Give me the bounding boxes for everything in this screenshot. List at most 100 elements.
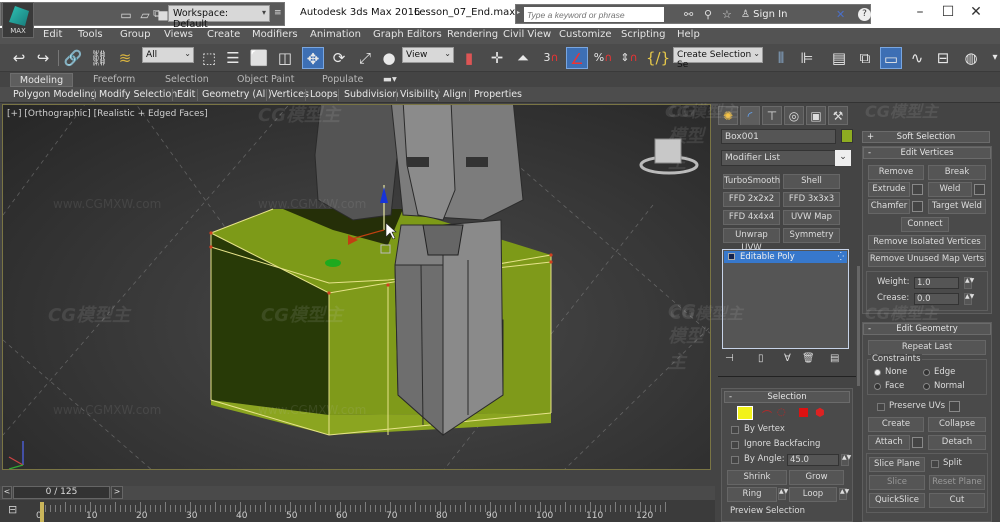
stack-item-editable-poly[interactable]: Editable Poly ⁛ — [724, 251, 847, 263]
keyboard-shortcut-override-icon[interactable]: ⏶ — [512, 47, 534, 69]
edit-geometry-rollout-header[interactable]: - Edit Geometry — [863, 323, 991, 335]
object-name-field[interactable]: Box001 — [721, 129, 836, 144]
modify-tab-icon[interactable]: ◜ — [740, 106, 760, 125]
binoculars-icon[interactable]: ⚯ — [684, 8, 693, 21]
tab-object-paint[interactable]: Object Paint — [237, 74, 294, 85]
track-bar[interactable]: ⊟ 0 10 20 30 40 50 60 70 80 90 100 110 120 — [0, 500, 715, 522]
menu-edit[interactable]: Edit — [43, 29, 62, 40]
schematic-view-icon[interactable]: ⊟ — [932, 47, 954, 69]
sign-in-button[interactable]: ♙ Sign In — [741, 9, 787, 20]
time-cursor[interactable] — [40, 502, 44, 522]
edit-vertices-rollout-header[interactable]: - Edit Vertices — [863, 147, 991, 159]
element-subobject-icon[interactable]: ⬢ — [815, 406, 825, 419]
menu-tools[interactable]: Tools — [78, 29, 103, 40]
mirror-icon[interactable]: ⫴ — [770, 47, 792, 69]
selection-rollout-header[interactable]: - Selection — [724, 391, 850, 403]
select-manipulate-icon[interactable]: ✛ — [486, 47, 508, 69]
remove-modifier-icon[interactable]: 🗑 — [802, 353, 815, 364]
extrude-settings-icon[interactable] — [912, 184, 923, 195]
chevron-down-icon[interactable]: ⌄ — [835, 150, 851, 166]
search-input[interactable] — [524, 7, 664, 22]
uvw-map-button[interactable]: UVW Map — [783, 210, 840, 225]
next-frame-button[interactable]: > — [111, 486, 123, 499]
menu-customize[interactable]: Customize — [559, 29, 612, 40]
menu-scripting[interactable]: Scripting — [621, 29, 665, 40]
layer-explorer-icon[interactable]: ⧉ — [854, 47, 876, 69]
loop-spinner-icon[interactable]: ▲▼ — [839, 488, 849, 500]
edge-subobject-icon[interactable]: ⌒ — [762, 407, 772, 422]
select-and-scale-icon[interactable]: ⤢ — [354, 47, 376, 69]
by-angle-checkbox[interactable] — [731, 456, 739, 464]
menu-views[interactable]: Views — [164, 29, 193, 40]
symmetry-button[interactable]: Symmetry — [783, 228, 840, 243]
open-mini-curve-editor-icon[interactable]: ⊟ — [8, 503, 24, 519]
loop-button[interactable]: Loop — [789, 487, 837, 502]
panel-vertices[interactable]: Vertices — [271, 89, 309, 100]
show-end-result-icon[interactable]: ▯ — [758, 353, 764, 364]
viewcube-icon[interactable] — [639, 135, 699, 175]
preserve-uvs-settings-icon[interactable] — [949, 401, 960, 412]
collapse-button[interactable]: Collapse — [928, 417, 986, 432]
close-button[interactable]: ✕ — [966, 4, 986, 22]
border-subobject-icon[interactable]: ◌ — [777, 407, 786, 418]
exchange-apps-icon[interactable]: ✕ — [836, 8, 845, 21]
panel-loops[interactable]: Loops — [310, 89, 338, 100]
help-icon[interactable]: ? — [858, 8, 871, 21]
break-button[interactable]: Break — [928, 165, 986, 180]
project-folder-icon[interactable]: ⧉ — [150, 7, 164, 21]
edit-named-selection-icon[interactable]: {/} — [646, 47, 670, 69]
panel-edit[interactable]: Edit — [177, 89, 195, 100]
extrude-button[interactable]: Extrude — [868, 182, 910, 197]
select-and-place-icon[interactable]: ● — [378, 47, 400, 69]
make-unique-icon[interactable]: ∀ — [784, 353, 791, 364]
viewport-label[interactable]: [+] [Orthographic] [Realistic + Edged Fa… — [7, 109, 208, 119]
weld-settings-icon[interactable] — [974, 184, 985, 195]
toggle-ribbon-icon[interactable]: ▭ — [880, 47, 902, 69]
panel-properties[interactable]: Properties — [474, 89, 522, 100]
constraint-edge-radio[interactable] — [923, 369, 930, 376]
spinner-arrows-icon[interactable]: ▲▼ — [964, 277, 974, 289]
pin-stack-icon[interactable]: ⊣ — [725, 353, 734, 364]
unlink-icon[interactable]: ⛓ — [88, 47, 110, 69]
tab-populate[interactable]: Populate — [322, 74, 363, 85]
chamfer-button[interactable]: Chamfer — [868, 199, 910, 214]
target-weld-button[interactable]: Target Weld — [928, 199, 986, 214]
utilities-tab-icon[interactable]: ⚒ — [828, 106, 848, 125]
ribbon-options-icon[interactable]: ▬▾ — [383, 74, 397, 85]
remove-unused-map-verts-button[interactable]: Remove Unused Map Verts — [868, 252, 986, 267]
named-selection-sets-dropdown[interactable]: Create Selection Se ⌄ — [673, 47, 763, 70]
display-tab-icon[interactable]: ▣ — [806, 106, 826, 125]
panel-visibility[interactable]: Visibility — [400, 89, 440, 100]
modifier-stack[interactable]: Editable Poly ⁛ — [722, 249, 849, 349]
crease-spinner[interactable]: 0.0 — [914, 293, 959, 305]
create-tab-icon[interactable]: ✺ — [718, 106, 738, 125]
scene-explorer-icon[interactable]: ▤ — [828, 47, 850, 69]
expand-arrow-icon[interactable]: ▸ — [517, 9, 520, 16]
ffd-2x2x2-button[interactable]: FFD 2x2x2 — [723, 192, 780, 207]
rectangular-selection-icon[interactable]: ⬜ — [248, 47, 270, 69]
minimize-button[interactable]: – — [910, 4, 930, 22]
soft-selection-rollout-header[interactable]: + Soft Selection — [862, 131, 990, 143]
selection-filter-dropdown[interactable]: All ⌄ — [142, 47, 194, 63]
application-menu-button[interactable]: MAX — [2, 2, 34, 38]
select-and-link-icon[interactable]: 🔗 — [62, 47, 84, 69]
maximize-button[interactable]: ☐ — [938, 4, 958, 22]
polygon-subobject-icon[interactable] — [799, 408, 808, 417]
snaps-toggle-icon[interactable]: 3∩ — [540, 47, 562, 69]
attach-settings-icon[interactable] — [912, 437, 923, 448]
undo-icon[interactable]: ↩ — [8, 47, 30, 69]
frame-counter[interactable]: 0 / 125 — [13, 486, 110, 499]
turbosmooth-button[interactable]: TurboSmooth — [723, 174, 780, 189]
panel-polygon-modeling[interactable]: Polygon Modeling — [13, 89, 97, 100]
weld-button[interactable]: Weld — [928, 182, 972, 197]
menu-animation[interactable]: Animation — [310, 29, 361, 40]
spinner-snap-toggle-icon[interactable]: ⇕∩ — [618, 47, 640, 69]
tab-selection[interactable]: Selection — [165, 74, 209, 85]
time-slider[interactable]: < 0 / 125 > — [0, 486, 715, 500]
vertex-subobject-icon[interactable] — [737, 406, 753, 420]
constraint-none-radio[interactable] — [874, 369, 881, 376]
customize-qat-icon[interactable]: ≡ — [274, 8, 282, 18]
slice-button[interactable]: Slice — [869, 475, 925, 490]
panel-geometry-all[interactable]: Geometry (All) — [202, 89, 272, 100]
pivot-center-icon[interactable]: ▮ — [458, 47, 480, 69]
